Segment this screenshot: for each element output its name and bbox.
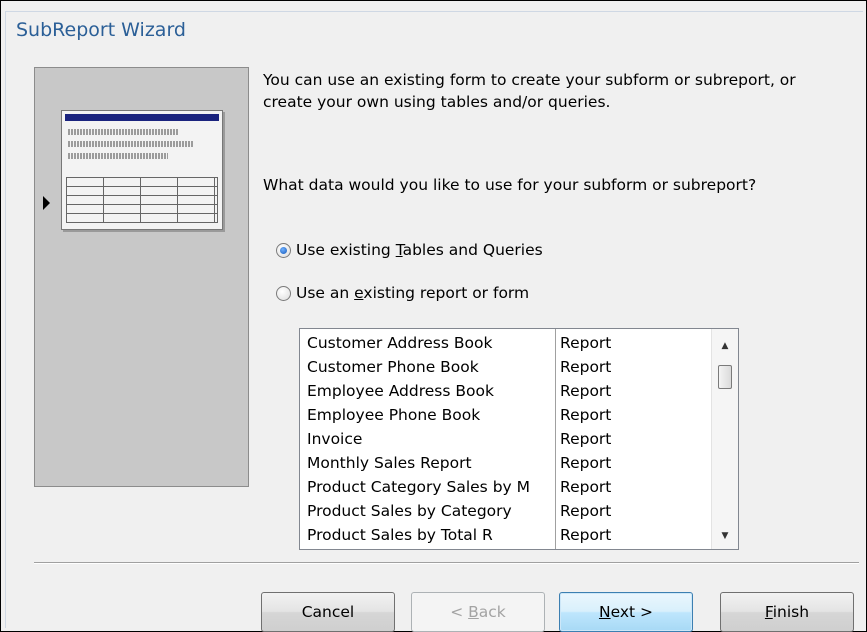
illustration-title-bar: [65, 114, 219, 121]
list-item-name: Product Category Sales by M: [307, 478, 531, 496]
list-item[interactable]: Monthly Sales Report Report: [300, 451, 710, 475]
forms-reports-listbox[interactable]: Customer Address Book Report Customer Pho…: [299, 328, 739, 550]
radio-existing-report-form[interactable]: [276, 285, 291, 301]
illustration-text-line: [68, 129, 178, 135]
list-item-name: Employee Address Book: [307, 382, 494, 400]
option-tables-queries-label: Use existing Tables and Queries: [296, 241, 543, 259]
list-item-type: Report: [560, 334, 612, 352]
listbox-vertical-scrollbar[interactable]: ▲ ▼: [711, 329, 738, 549]
illustration-text-line: [68, 141, 193, 147]
list-item[interactable]: Product Category Sales by M Report: [300, 475, 710, 499]
radio-tables-queries[interactable]: [276, 242, 291, 258]
cancel-button[interactable]: Cancel: [261, 592, 395, 632]
illustration-datasheet-grid: [66, 177, 218, 223]
wizard-illustration-pane: [34, 67, 249, 487]
list-item[interactable]: Employee Address Book Report: [300, 379, 710, 403]
list-item-name: Customer Phone Book: [307, 358, 479, 376]
dialog-frame: SubReport Wizard You can use an existing…: [0, 0, 867, 632]
list-item[interactable]: Customer Address Book Report: [300, 331, 710, 355]
finish-button[interactable]: Finish: [720, 592, 854, 632]
scroll-up-arrow-icon[interactable]: ▲: [712, 335, 738, 357]
list-item-type: Report: [560, 526, 612, 544]
list-item-type: Report: [560, 358, 612, 376]
subform-illustration: [61, 110, 223, 230]
next-button[interactable]: Next >: [559, 592, 693, 632]
back-button[interactable]: < Back: [411, 592, 545, 632]
list-item-type: Report: [560, 478, 612, 496]
list-item[interactable]: Customer Phone Book Report: [300, 355, 710, 379]
list-item-name: Customer Address Book: [307, 334, 493, 352]
list-item-name: Product Sales by Category: [307, 502, 512, 520]
scrollbar-thumb[interactable]: [718, 365, 732, 389]
list-item[interactable]: Employee Phone Book Report: [300, 403, 710, 427]
list-item[interactable]: Invoice Report: [300, 427, 710, 451]
list-item-name: Product Sales by Total R: [307, 526, 493, 544]
list-item[interactable]: Product Sales by Category Report: [300, 499, 710, 523]
list-item-name: Invoice: [307, 430, 363, 448]
scroll-down-arrow-icon[interactable]: ▼: [712, 525, 738, 547]
list-item-type: Report: [560, 454, 612, 472]
pointer-arrow-icon: [43, 196, 50, 210]
illustration-text-line: [68, 153, 168, 159]
subreport-wizard-window: SubReport Wizard You can use an existing…: [5, 11, 863, 632]
option-existing-report-form[interactable]: Use an existing report or form: [276, 284, 529, 302]
intro-text: You can use an existing form to create y…: [263, 71, 796, 111]
question-text: What data would you like to use for your…: [263, 176, 757, 194]
button-separator: [34, 562, 859, 564]
list-item-name: Employee Phone Book: [307, 406, 481, 424]
list-item-type: Report: [560, 502, 612, 520]
list-item-type: Report: [560, 430, 612, 448]
list-item-type: Report: [560, 406, 612, 424]
option-existing-report-form-label: Use an existing report or form: [296, 284, 530, 302]
list-item-name: Monthly Sales Report: [307, 454, 472, 472]
option-tables-queries[interactable]: Use existing Tables and Queries: [276, 241, 543, 259]
list-item[interactable]: Product Sales by Total R Report: [300, 523, 710, 547]
list-item-type: Report: [560, 382, 612, 400]
window-title: SubReport Wizard: [16, 19, 186, 41]
